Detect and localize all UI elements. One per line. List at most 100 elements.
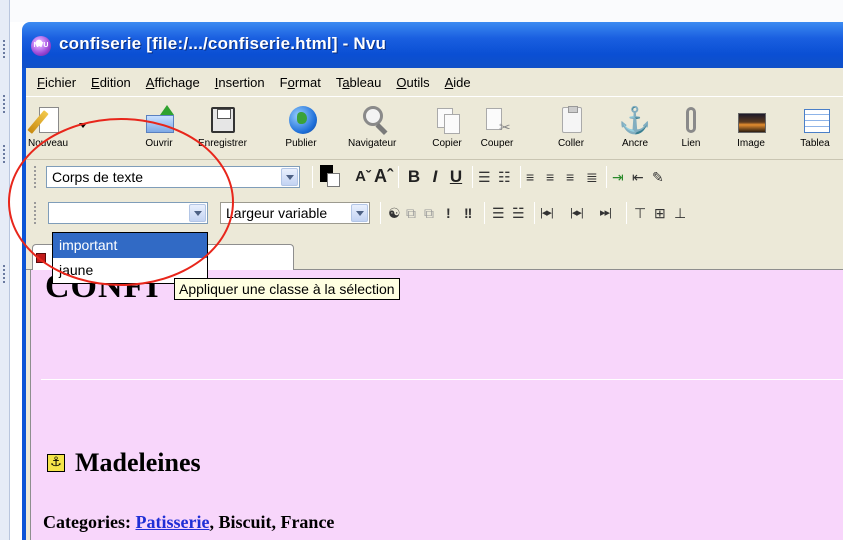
class-select[interactable]	[48, 202, 208, 224]
navigateur-button[interactable]: Navigateur	[348, 105, 396, 149]
menu-edition[interactable]: Edition	[90, 75, 132, 90]
copier-label: Copier	[432, 138, 462, 149]
horizontal-rule	[41, 379, 843, 380]
menu-affichage[interactable]: Affichage	[145, 75, 201, 90]
class-tooltip: Appliquer une classe à la sélection	[174, 278, 400, 300]
special-chars-icon[interactable]: ☯	[388, 202, 401, 224]
lien-button[interactable]: Lien	[674, 105, 708, 149]
toolbar-separator	[534, 202, 535, 224]
toolbar-separator	[606, 166, 607, 188]
toolbar-separator	[472, 166, 473, 188]
align-right-icon[interactable]: ≡	[566, 166, 574, 188]
enregistrer-button[interactable]: Enregistrer	[198, 105, 247, 149]
copier-button[interactable]: Copier	[430, 105, 464, 149]
ouvrir-label: Ouvrir	[145, 138, 173, 149]
image-button[interactable]: Image	[734, 105, 768, 149]
window-titlebar[interactable]: NVU confiserie [file:/.../confiserie.htm…	[22, 22, 843, 68]
image-label: Image	[737, 138, 765, 149]
composition-toolbar: Nouveau Ouvrir Enregistrer Publier Navig…	[26, 96, 843, 160]
categories-rest: , Biscuit, France	[209, 512, 335, 532]
editor-canvas[interactable]: CONFI ⚓ Madeleines Categories: Patisseri…	[30, 270, 843, 540]
publier-button[interactable]: Publier	[284, 105, 318, 149]
class-option-important[interactable]: important	[53, 233, 207, 258]
menu-outils-label: utils	[406, 74, 430, 90]
desktop-background	[0, 0, 843, 22]
anchor-marker-icon[interactable]: ⚓	[47, 454, 65, 472]
strong-icon[interactable]: !!	[464, 202, 472, 224]
grip-icon	[3, 265, 6, 283]
publier-label: Publier	[285, 138, 317, 149]
indent-icon[interactable]: ⇥	[612, 166, 624, 188]
nouveau-button[interactable]: Nouveau	[27, 105, 88, 149]
grip-icon	[3, 95, 6, 113]
menu-aide[interactable]: Aide	[444, 75, 472, 90]
grip-icon	[3, 145, 6, 163]
valign-middle-icon[interactable]: ⊞	[654, 202, 666, 224]
style-icon[interactable]: ⧉	[406, 202, 416, 224]
section-heading: ⚓ Madeleines	[47, 448, 201, 478]
bold-button[interactable]: B	[404, 166, 424, 188]
tableau-label: Tablea	[800, 138, 830, 149]
table-icon	[798, 105, 832, 135]
format-toolbar-2: Largeur variable ☯ ⧉ ⧉ ! !! ☰ ☱ |◂▸| |◂▸…	[26, 198, 843, 230]
letter-spacing-decrease-icon[interactable]: |◂▸|	[540, 202, 554, 224]
categories-line: Categories: Patisserie, Biscuit, France	[43, 512, 334, 533]
chevron-down-icon[interactable]	[351, 204, 368, 222]
toolbar-grip-icon[interactable]	[34, 166, 37, 188]
ouvrir-button[interactable]: Ouvrir	[142, 105, 176, 149]
letter-spacing-reset-icon[interactable]: |◂▸|	[570, 202, 584, 224]
menu-insertion-label: nsertion	[218, 74, 265, 90]
letter-spacing-increase-icon[interactable]: ▸▸|	[600, 202, 612, 224]
menu-aide-label: ide	[453, 74, 471, 90]
chevron-down-icon[interactable]	[189, 204, 206, 222]
ancre-button[interactable]: ⚓ Ancre	[618, 105, 652, 149]
toolbar-separator	[398, 166, 399, 188]
cut-scissors-icon: ✂	[480, 105, 514, 135]
categories-label: Categories:	[43, 512, 136, 532]
paragraph-style-select[interactable]: Corps de texte	[46, 166, 300, 188]
valign-bottom-icon[interactable]: ⊥	[674, 202, 686, 224]
toolbar-separator	[626, 202, 627, 224]
ancre-label: Ancre	[621, 138, 649, 149]
tableau-button[interactable]: Tablea	[798, 105, 832, 149]
outdent-icon[interactable]: ⇤	[632, 166, 644, 188]
publish-globe-icon	[284, 105, 318, 135]
couper-button[interactable]: ✂ Couper	[480, 105, 514, 149]
menu-edition-label: dition	[99, 74, 131, 90]
valign-top-icon[interactable]: ⊤	[634, 202, 646, 224]
menu-insertion[interactable]: Insertion	[214, 75, 266, 90]
menu-format[interactable]: Format	[279, 75, 322, 90]
paste-clipboard-icon	[554, 105, 588, 135]
strikethrough-icon[interactable]: ☰	[492, 202, 505, 224]
open-folder-icon	[142, 105, 176, 135]
coller-button[interactable]: Coller	[554, 105, 588, 149]
toolbar-grip-icon[interactable]	[34, 202, 37, 224]
underline-button[interactable]: U	[446, 166, 466, 188]
menu-tableau[interactable]: Tableau	[335, 75, 383, 90]
edit-mode-icon[interactable]: ✎	[652, 166, 664, 188]
menu-affichage-label: ffichage	[154, 74, 200, 90]
emphasis-icon[interactable]: !	[446, 202, 451, 224]
bullet-list-icon[interactable]: ☷	[498, 166, 511, 188]
menu-fichier[interactable]: Fichier	[36, 75, 77, 90]
menu-outils[interactable]: Outils	[395, 75, 430, 90]
chevron-down-icon[interactable]	[281, 168, 298, 186]
overline-icon[interactable]: ☱	[512, 202, 525, 224]
text-color-button[interactable]	[320, 165, 342, 189]
style-remove-icon[interactable]: ⧉	[424, 202, 434, 224]
nvu-app-icon: NVU	[31, 36, 51, 56]
numbered-list-icon[interactable]: ☰	[478, 166, 491, 188]
coller-label: Coller	[557, 138, 585, 149]
font-face-value: Largeur variable	[226, 205, 328, 221]
align-left-icon[interactable]: ≡	[526, 166, 534, 188]
italic-button[interactable]: I	[426, 166, 444, 188]
toolbar-separator	[380, 202, 381, 224]
align-center-icon[interactable]: ≡	[546, 166, 554, 188]
font-larger-button[interactable]: Aˆ	[374, 165, 393, 187]
font-face-select[interactable]: Largeur variable	[220, 202, 370, 224]
lien-label: Lien	[681, 138, 701, 149]
font-smaller-button[interactable]: Aˇ	[354, 166, 372, 188]
categories-link[interactable]: Patisserie	[135, 512, 209, 532]
menu-format-label: F	[279, 74, 288, 90]
justify-icon[interactable]: ≣	[586, 166, 598, 188]
